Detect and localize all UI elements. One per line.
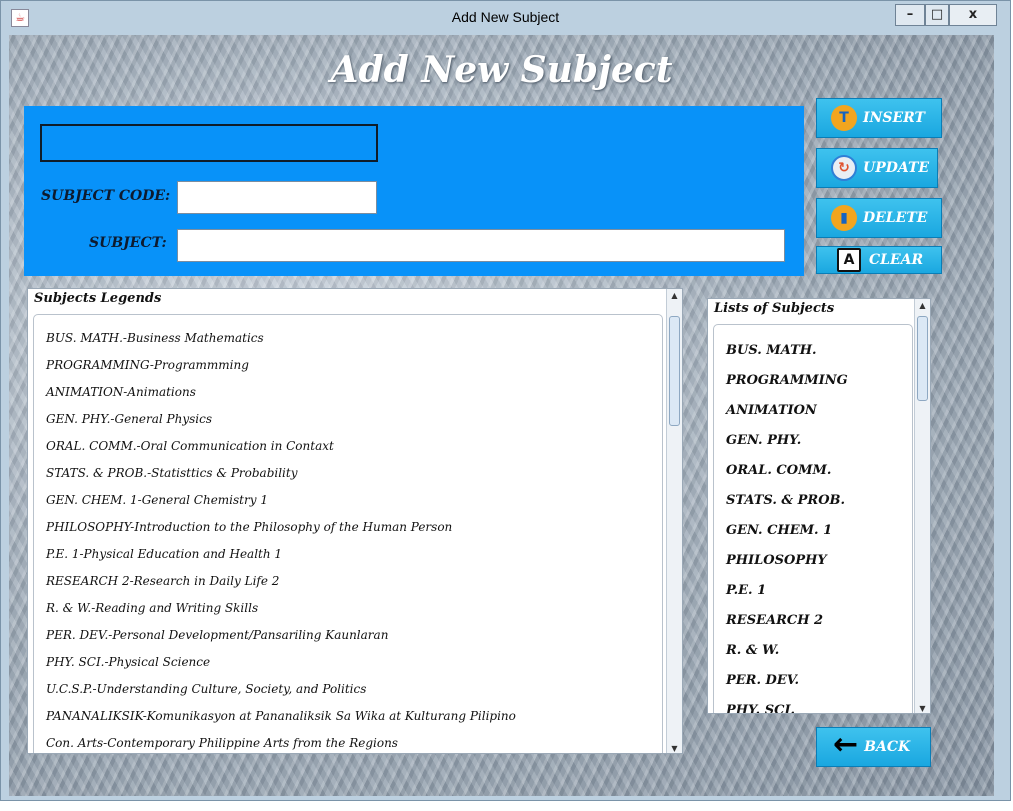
refresh-icon: ↻ (831, 155, 857, 181)
legend-item: R. & W.-Reading and Writing Skills (46, 601, 259, 615)
back-button-label: BACK (864, 739, 911, 755)
subjects-scroll-thumb[interactable] (917, 316, 928, 401)
scroll-up-arrow-icon[interactable]: ▲ (915, 301, 930, 310)
app-window: ☕ Add New Subject – □ x Add New Subject … (0, 0, 1011, 801)
subject-item[interactable]: PER. DEV. (726, 673, 799, 688)
minimize-button[interactable]: – (895, 4, 925, 26)
close-button[interactable]: x (949, 4, 997, 26)
subjects-scrollbar[interactable]: ▲ ▼ (914, 299, 930, 713)
scroll-up-arrow-icon[interactable]: ▲ (667, 291, 682, 300)
legends-list[interactable]: BUS. MATH.-Business Mathematics PROGRAMM… (33, 314, 663, 753)
subjects-title: Lists of Subjects (714, 301, 835, 316)
maximize-button[interactable]: □ (925, 4, 949, 26)
update-button-label: UPDATE (863, 160, 930, 176)
display-box (40, 124, 378, 162)
legend-item: PANANALIKSIK-Komunikasyon at Pananaliksi… (46, 709, 516, 723)
subject-item[interactable]: ANIMATION (726, 403, 817, 418)
legends-scroll-thumb[interactable] (669, 316, 680, 426)
eraser-icon: A (837, 248, 861, 272)
insert-button[interactable]: T INSERT (816, 98, 942, 138)
subject-item[interactable]: BUS. MATH. (726, 343, 817, 358)
subject-item[interactable]: PROGRAMMING (726, 373, 848, 388)
subject-item[interactable]: GEN. PHY. (726, 433, 801, 448)
legend-item: PROGRAMMING-Programmming (46, 358, 249, 372)
legend-item: RESEARCH 2-Research in Daily Life 2 (46, 574, 280, 588)
legend-item: GEN. PHY.-General Physics (46, 412, 213, 426)
content-area: Add New Subject SUBJECT CODE: SUBJECT: T… (9, 35, 994, 796)
legend-item: Con. Arts-Contemporary Philippine Arts f… (46, 736, 398, 750)
delete-button-label: DELETE (863, 210, 928, 226)
page-heading: Add New Subject (330, 49, 673, 91)
legend-item: U.C.S.P.-Understanding Culture, Society,… (46, 682, 367, 696)
scroll-down-arrow-icon[interactable]: ▼ (667, 744, 682, 753)
legend-item: ANIMATION-Animations (46, 385, 196, 399)
window-title: Add New Subject (451, 9, 560, 25)
subject-item[interactable]: GEN. CHEM. 1 (726, 523, 832, 538)
insert-icon: T (831, 105, 857, 131)
subject-item[interactable]: RESEARCH 2 (726, 613, 823, 628)
title-bar: ☕ Add New Subject – □ x (1, 1, 1010, 35)
subject-label: SUBJECT: (89, 235, 167, 251)
clear-button[interactable]: A CLEAR (816, 246, 942, 274)
clear-button-label: CLEAR (869, 252, 924, 268)
back-arrow-icon: ← (833, 727, 859, 762)
subjects-list[interactable]: BUS. MATH. PROGRAMMING ANIMATION GEN. PH… (713, 324, 913, 713)
legend-item: PHY. SCI.-Physical Science (46, 655, 211, 669)
subject-input[interactable] (177, 229, 785, 262)
subject-item[interactable]: STATS. & PROB. (726, 493, 845, 508)
insert-button-label: INSERT (863, 110, 925, 126)
subject-item[interactable]: ORAL. COMM. (726, 463, 831, 478)
subject-item[interactable]: PHY. SCI. (726, 703, 795, 713)
legend-item: PER. DEV.-Personal Development/Pansarili… (46, 628, 389, 642)
subject-code-label: SUBJECT CODE: (41, 188, 171, 204)
legends-title: Subjects Legends (34, 291, 162, 306)
form-panel: SUBJECT CODE: SUBJECT: (24, 106, 804, 276)
update-button[interactable]: ↻ UPDATE (816, 148, 938, 188)
legend-item: P.E. 1-Physical Education and Health 1 (46, 547, 283, 561)
legend-item: PHILOSOPHY-Introduction to the Philosoph… (46, 520, 453, 534)
legend-item: STATS. & PROB.-Statisttics & Probability (46, 466, 298, 480)
legends-scrollbar[interactable]: ▲ ▼ (666, 289, 682, 753)
trash-icon: ▮ (831, 205, 857, 231)
subject-code-input[interactable] (177, 181, 377, 214)
subjects-panel: Lists of Subjects BUS. MATH. PROGRAMMING… (707, 298, 931, 714)
legend-item: GEN. CHEM. 1-General Chemistry 1 (46, 493, 268, 507)
legends-panel: Subjects Legends BUS. MATH.-Business Mat… (27, 288, 683, 754)
delete-button[interactable]: ▮ DELETE (816, 198, 942, 238)
scroll-down-arrow-icon[interactable]: ▼ (915, 704, 930, 713)
subject-item[interactable]: PHILOSOPHY (726, 553, 827, 568)
legend-item: ORAL. COMM.-Oral Communication in Contax… (46, 439, 334, 453)
subject-item[interactable]: R. & W. (726, 643, 779, 658)
back-button[interactable]: ← BACK (816, 727, 931, 767)
legend-item: BUS. MATH.-Business Mathematics (46, 331, 264, 345)
subject-item[interactable]: P.E. 1 (726, 583, 766, 598)
